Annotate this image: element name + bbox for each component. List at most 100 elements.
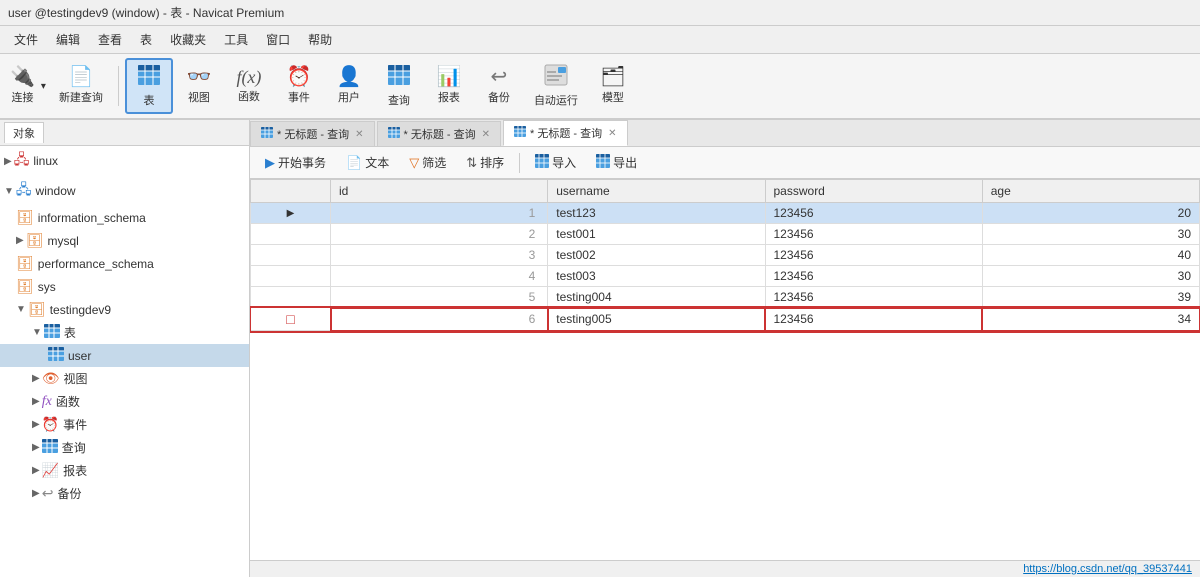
cell-id: 6 [331, 308, 548, 331]
menu-edit[interactable]: 编辑 [48, 28, 88, 51]
sidebar-item-mysql[interactable]: ▶ 🗄 mysql [0, 229, 249, 252]
toolbar-table-button[interactable]: 表 [125, 58, 173, 114]
sidebar-item-backups-group[interactable]: ▶ ↩ 备份 [0, 482, 249, 505]
connect-dropdown-arrow[interactable]: ▾ [39, 63, 48, 109]
cell-id: 5 [331, 287, 548, 308]
sidebar-item-events-group[interactable]: ▶ ⏰ 事件 [0, 413, 249, 436]
sidebar-item-queries-group[interactable]: ▶ 查询 [0, 436, 249, 459]
tab-2[interactable]: * 无标题 - 查询 ✕ [377, 121, 502, 146]
cell-password: 123456 [765, 245, 982, 266]
text-button[interactable]: 📄 文本 [337, 150, 398, 175]
toolbar-autorun-button[interactable]: 自动运行 [525, 59, 587, 113]
row-arrow-indicator: ▶ [251, 203, 331, 224]
filter-button[interactable]: ▽ 筛选 [400, 150, 455, 175]
sidebar-item-user-table[interactable]: user [0, 344, 249, 367]
connect-button[interactable]: 🔌 连接 [6, 63, 39, 109]
sidebar-item-linux[interactable]: ▶ 🖧 linux [0, 146, 249, 176]
sidebar-item-window[interactable]: ▼ 🖧 window [0, 176, 249, 206]
export-button[interactable]: 导出 [587, 150, 646, 175]
table-row[interactable]: 3test00212345640 [251, 245, 1200, 266]
user-table-icon [48, 347, 64, 364]
tab-1-close[interactable]: ✕ [355, 129, 363, 140]
sidebar-item-views-group[interactable]: ▶ 👁 视图 [0, 367, 249, 390]
views-icon: 👁 [42, 370, 60, 387]
table-header-row: id username password age [251, 180, 1200, 203]
cell-age: 20 [982, 203, 1199, 224]
cell-age: 34 [982, 308, 1199, 331]
col-password[interactable]: password [765, 180, 982, 203]
sidebar-item-tables-group[interactable]: ▼ 表 [0, 321, 249, 344]
toolbar-report-button[interactable]: 📊 报表 [425, 62, 473, 110]
begin-transaction-button[interactable]: ▶ 开始事务 [256, 150, 335, 175]
import-button[interactable]: 导入 [526, 150, 585, 175]
tab-1[interactable]: * 无标题 - 查询 ✕ [250, 121, 375, 146]
toolbar-query-button[interactable]: 查询 [375, 59, 423, 113]
linux-arrow: ▶ [4, 156, 12, 167]
toolbar-user-button[interactable]: 👤 用户 [325, 62, 373, 110]
sidebar-item-sys[interactable]: 🗄 sys [0, 275, 249, 298]
views-arrow: ▶ [32, 373, 40, 384]
menu-view[interactable]: 查看 [90, 28, 130, 51]
filter-label: 筛选 [422, 154, 446, 171]
toolbar-event-label: 事件 [288, 89, 310, 105]
sidebar-tab-objects[interactable]: 对象 [4, 122, 44, 143]
table-row[interactable]: 5testing00412345639 [251, 287, 1200, 308]
cell-username: testing005 [548, 308, 765, 331]
tab-2-close[interactable]: ✕ [482, 129, 490, 140]
sidebar-item-information-schema[interactable]: 🗄 information_schema [0, 206, 249, 229]
cell-id: 2 [331, 224, 548, 245]
table-toolbar: ▶ 开始事务 📄 文本 ▽ 筛选 ⇅ 排序 导入 [250, 147, 1200, 179]
new-query-button[interactable]: 📄 新建查询 [50, 62, 112, 110]
table-row[interactable]: 2test00112345630 [251, 224, 1200, 245]
tables-group-icon [44, 324, 60, 341]
col-id[interactable]: id [331, 180, 548, 203]
cell-password: 123456 [765, 266, 982, 287]
queries-arrow: ▶ [32, 442, 40, 453]
menu-favorites[interactable]: 收藏夹 [162, 28, 214, 51]
col-age[interactable]: age [982, 180, 1199, 203]
export-label: 导出 [613, 154, 637, 171]
sidebar-item-reports-group[interactable]: ▶ 📈 报表 [0, 459, 249, 482]
cell-age: 40 [982, 245, 1199, 266]
tab-3[interactable]: * 无标题 - 查询 ✕ [503, 120, 628, 146]
sys-icon: 🗄 [16, 278, 34, 295]
sort-button[interactable]: ⇅ 排序 [457, 150, 513, 175]
toolbar-view-label: 视图 [188, 89, 210, 105]
toolbar-function-button[interactable]: f(x) 函数 [225, 63, 273, 109]
toolbar-model-button[interactable]: 🗂 模型 [589, 62, 637, 110]
menu-tools[interactable]: 工具 [216, 28, 256, 51]
toolbar-view-button[interactable]: 👓 视图 [175, 62, 223, 110]
table-row[interactable]: □6testing00512345634 [251, 308, 1200, 331]
connect-label: 连接 [11, 89, 33, 105]
toolbar-report-icon: 📊 [436, 67, 461, 87]
menu-table[interactable]: 表 [132, 28, 160, 51]
cell-password: 123456 [765, 224, 982, 245]
sidebar-item-testingdev9[interactable]: ▼ 🗄 testingdev9 [0, 298, 249, 321]
window-label: window [36, 184, 76, 198]
tab-2-label: * 无标题 - 查询 [404, 126, 476, 142]
tables-group-arrow: ▼ [32, 327, 42, 338]
cell-username: test003 [548, 266, 765, 287]
reports-arrow: ▶ [32, 465, 40, 476]
table-row[interactable]: 4test00312345630 [251, 266, 1200, 287]
menu-file[interactable]: 文件 [6, 28, 46, 51]
reports-label: 报表 [63, 462, 87, 479]
sidebar-item-performance-schema[interactable]: 🗄 performance_schema [0, 252, 249, 275]
col-username[interactable]: username [548, 180, 765, 203]
connect-icon: 🔌 [10, 67, 35, 87]
sidebar-item-funcs-group[interactable]: ▶ fx 函数 [0, 390, 249, 413]
tab-3-close[interactable]: ✕ [608, 128, 616, 139]
row-edit-indicator: □ [251, 308, 331, 331]
menu-help[interactable]: 帮助 [300, 28, 340, 51]
menu-window[interactable]: 窗口 [258, 28, 298, 51]
queries-icon [42, 439, 58, 456]
reports-icon: 📈 [42, 462, 59, 479]
table-row[interactable]: ▶1test12312345620 [251, 203, 1200, 224]
connect-btn-group: 🔌 连接 ▾ [6, 63, 48, 109]
linux-label: linux [33, 154, 58, 168]
toolbar-backup-button[interactable]: ↩ 备份 [475, 62, 523, 110]
col-indicator [251, 180, 331, 203]
toolbar-event-button[interactable]: ⏰ 事件 [275, 62, 323, 110]
tab-2-icon [388, 127, 400, 141]
toolbar-report-label: 报表 [438, 89, 460, 105]
